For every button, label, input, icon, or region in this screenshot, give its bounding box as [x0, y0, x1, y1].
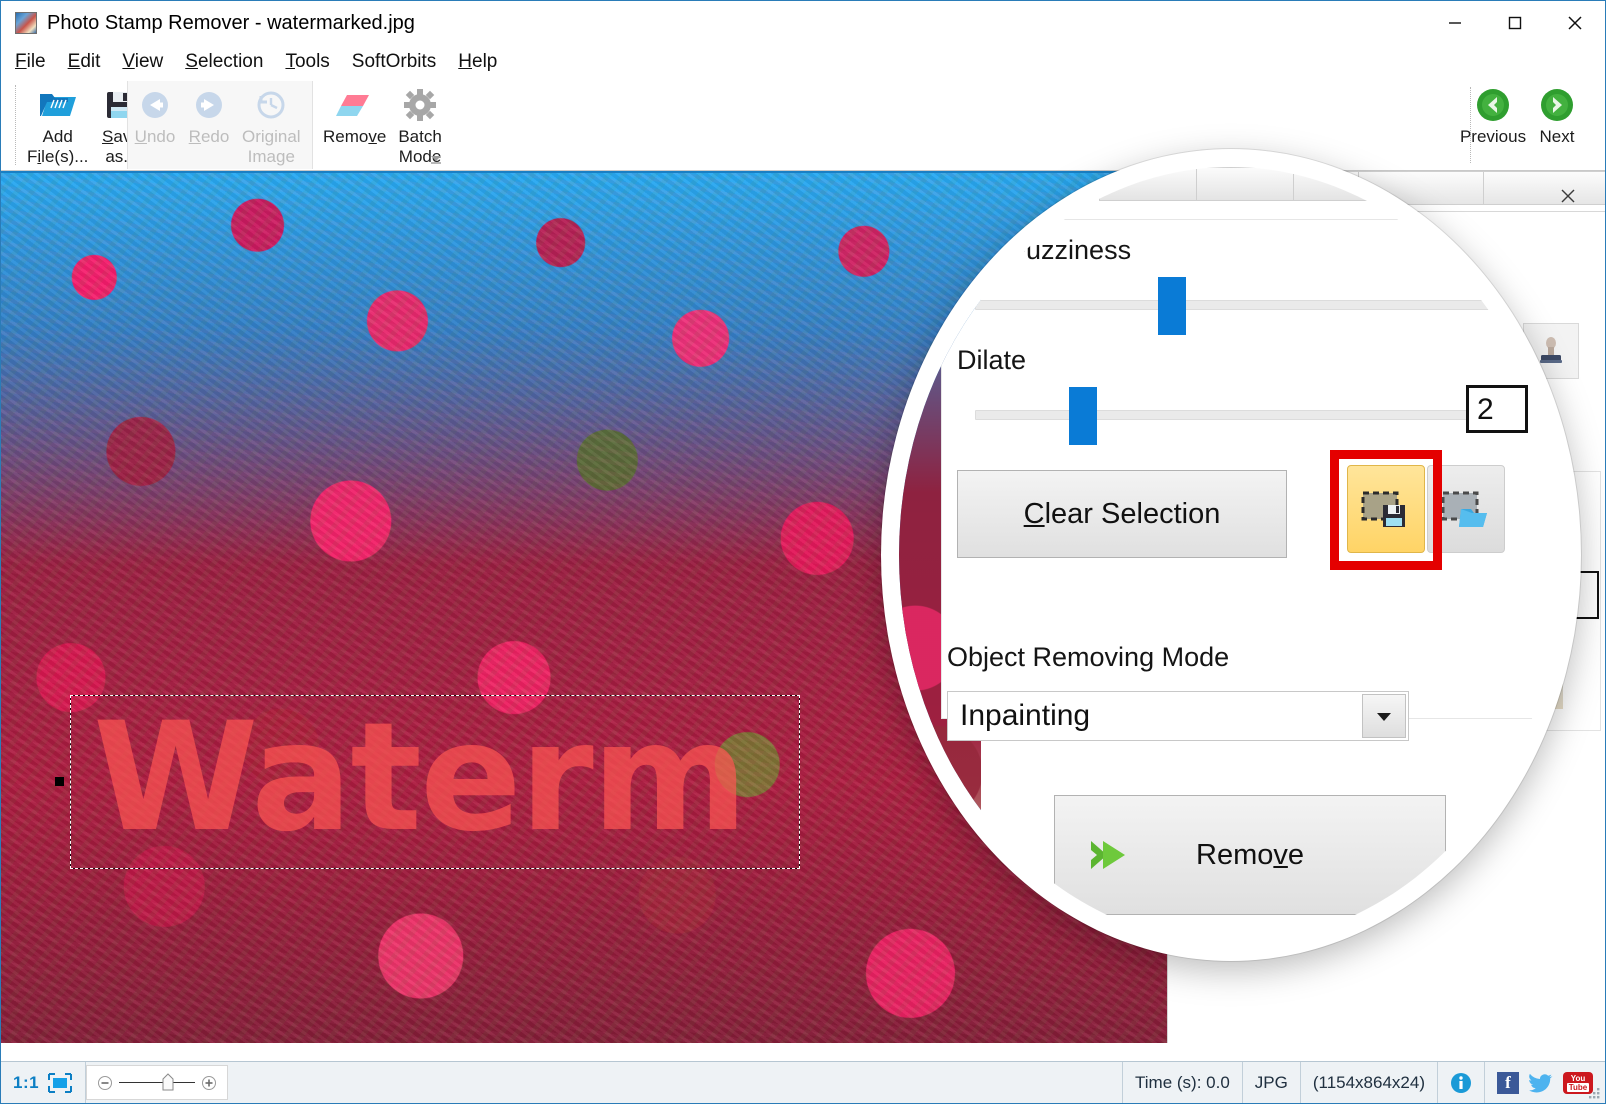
next-button[interactable]: Next — [1525, 83, 1589, 167]
magnifier-content: olor Fuzziness Dilate 2 Clear Selection — [899, 167, 1563, 943]
previous-button[interactable]: Previous — [1459, 83, 1527, 167]
dimensions-cell: (1154x864x24) — [1301, 1062, 1438, 1103]
resize-grip-icon[interactable] — [1587, 1086, 1601, 1100]
menu-bar: File Edit View Selection Tools SoftOrbit… — [1, 45, 1605, 79]
redo-arrow-icon — [191, 85, 227, 125]
remove-toolbar-label: Remove — [323, 127, 387, 146]
application-window: Photo Stamp Remover - watermarked.jpg Fi… — [0, 0, 1606, 1104]
add-files-button[interactable]: Add File(s)... — [21, 81, 94, 167]
zoom-slider[interactable] — [86, 1065, 229, 1100]
window-title: Photo Stamp Remover - watermarked.jpg — [47, 11, 415, 34]
load-selection-icon — [1441, 491, 1487, 527]
redo-label: Redo — [188, 127, 230, 146]
magnified-tab-3[interactable] — [1293, 167, 1391, 201]
app-icon — [15, 12, 37, 34]
eraser-icon — [335, 85, 375, 125]
toolbar-divider — [15, 85, 16, 165]
format-cell: JPG — [1243, 1062, 1301, 1103]
youtube-top-text: You — [1570, 1073, 1586, 1083]
object-removing-mode-arrow-button[interactable] — [1362, 694, 1406, 738]
maximize-button[interactable] — [1485, 1, 1545, 45]
close-icon — [1568, 16, 1582, 30]
fit-to-window-icon[interactable] — [47, 1072, 73, 1094]
status-bar: 1:1 Time (s): 0.0 JPG (1154x864x24) f Yo… — [1, 1061, 1605, 1103]
previous-label: Previous — [1459, 127, 1527, 146]
close-button[interactable] — [1545, 1, 1605, 45]
status-spacer — [228, 1062, 1122, 1103]
selection-rectangle[interactable] — [55, 695, 800, 869]
zoom-slider-track[interactable] — [119, 1073, 196, 1091]
add-files-label: Add File(s)... — [27, 127, 89, 166]
minimize-button[interactable] — [1425, 1, 1485, 45]
time-cell: Time (s): 0.0 — [1122, 1062, 1243, 1103]
green-right-arrow-icon — [1539, 83, 1575, 127]
dilate-value-input[interactable]: 2 — [1466, 385, 1528, 433]
clock-history-icon — [253, 85, 289, 125]
magnified-tab-4[interactable] — [1390, 167, 1488, 201]
menu-item-view[interactable]: View — [122, 51, 163, 73]
color-fuzziness-label: olor Fuzziness — [957, 235, 1132, 265]
green-double-arrow-icon — [1091, 841, 1125, 869]
info-cell[interactable] — [1438, 1062, 1485, 1103]
remove-toolbar-button[interactable]: Remove — [317, 81, 392, 147]
object-removing-mode-value: Inpainting — [960, 699, 1091, 732]
menu-item-softorbits[interactable]: SoftOrbits — [352, 51, 436, 73]
gear-icon — [402, 85, 438, 125]
undo-button[interactable]: Undo — [128, 81, 182, 147]
toolbar-group-history: Undo Redo Original Image — [127, 81, 313, 169]
dilate-slider-thumb[interactable] — [1069, 387, 1097, 445]
youtube-bottom-text: Tube — [1566, 1082, 1590, 1092]
twitter-icon[interactable] — [1529, 1073, 1553, 1093]
red-highlight-box — [1330, 450, 1442, 570]
green-left-arrow-icon — [1475, 83, 1511, 127]
clear-selection-button[interactable]: Clear Selection — [957, 470, 1287, 558]
dilate-label: Dilate — [957, 345, 1027, 375]
zoom-ratio-label: 1:1 — [13, 1072, 40, 1092]
toolbar: AddFile(s)... Saveas... — [1, 79, 1605, 171]
next-label: Next — [1539, 127, 1575, 146]
minimize-icon — [1449, 22, 1461, 24]
magnified-tabstrip — [1099, 167, 1563, 201]
magnified-tab-1[interactable] — [1099, 167, 1197, 201]
menu-item-selection[interactable]: Selection — [185, 51, 263, 73]
clear-selection-label: Clear Selection — [1023, 497, 1221, 530]
title-bar-left: Photo Stamp Remover - watermarked.jpg — [1, 12, 415, 35]
menu-item-help[interactable]: Help — [458, 51, 497, 73]
chevron-down-icon — [1377, 713, 1391, 721]
original-image-button[interactable]: Original Image — [236, 81, 307, 167]
undo-arrow-icon — [137, 85, 173, 125]
zoom-out-icon[interactable] — [97, 1075, 113, 1091]
menu-item-tools[interactable]: Tools — [285, 51, 329, 73]
open-folder-icon — [38, 85, 78, 125]
menu-item-edit[interactable]: Edit — [68, 51, 101, 73]
undo-label: Undo — [134, 127, 176, 146]
magnified-tab-2[interactable] — [1196, 167, 1294, 201]
zoom-in-icon[interactable] — [201, 1075, 217, 1091]
object-removing-mode-label: Object Removing Mode — [947, 642, 1230, 672]
navigation-group: Previous Next — [1459, 83, 1589, 167]
zoom-slider-thumb[interactable] — [161, 1073, 175, 1091]
remove-button[interactable]: Remove — [1054, 795, 1446, 915]
info-icon — [1451, 1072, 1471, 1093]
original-image-label: Original Image — [242, 127, 301, 166]
ribbon-expand-icon[interactable] — [429, 153, 443, 165]
zoom-ratio-cell: 1:1 — [1, 1062, 87, 1103]
redo-button[interactable]: Redo — [182, 81, 236, 147]
title-bar: Photo Stamp Remover - watermarked.jpg — [1, 1, 1605, 45]
selection-handle-left[interactable] — [55, 777, 64, 786]
facebook-icon[interactable]: f — [1497, 1071, 1519, 1094]
remove-button-label: Remove — [1196, 838, 1304, 871]
menu-item-file[interactable]: File — [15, 51, 46, 73]
dilate-slider[interactable] — [975, 387, 1520, 445]
object-removing-mode-select[interactable]: Inpainting — [947, 691, 1409, 741]
window-controls — [1425, 1, 1605, 45]
color-fuzziness-slider-thumb[interactable] — [1158, 277, 1186, 335]
maximize-icon — [1508, 16, 1522, 30]
magnifier-lens: olor Fuzziness Dilate 2 Clear Selection — [881, 149, 1581, 961]
color-fuzziness-slider[interactable] — [975, 277, 1520, 335]
